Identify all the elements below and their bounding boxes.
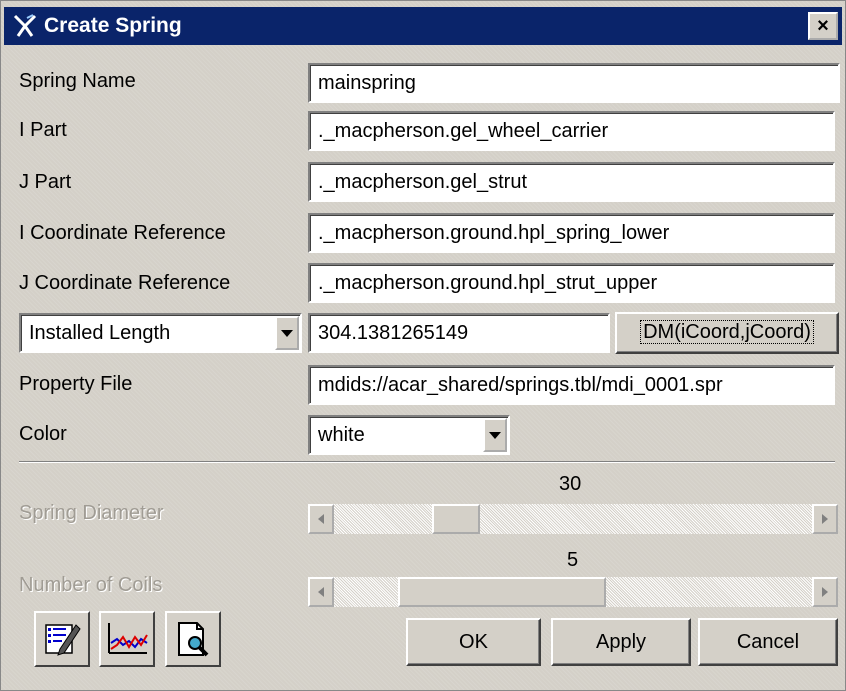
arrow-right-icon: [822, 514, 828, 524]
i-coord-label: I Coordinate Reference: [19, 222, 226, 244]
i-part-label: I Part: [19, 119, 67, 141]
diameter-slider[interactable]: [308, 504, 838, 534]
ok-button[interactable]: OK: [406, 618, 541, 666]
i-part-input[interactable]: ._macpherson.gel_wheel_carrier: [308, 111, 835, 151]
chevron-down-icon: [489, 431, 501, 439]
coils-value: 5: [567, 549, 579, 571]
coils-label: Number of Coils: [19, 574, 163, 596]
property-file-input[interactable]: mdids://acar_shared/springs.tbl/mdi_0001…: [308, 365, 835, 405]
length-value-input[interactable]: 304.1381265149: [308, 313, 610, 353]
i-coord-input[interactable]: ._macpherson.ground.hpl_spring_lower: [308, 213, 835, 253]
create-spring-dialog: Create Spring × Spring Name mainspring I…: [0, 0, 846, 691]
spring-name-input[interactable]: mainspring: [308, 63, 840, 103]
diameter-label: Spring Diameter: [19, 502, 164, 524]
j-coord-input[interactable]: ._macpherson.ground.hpl_strut_upper: [308, 263, 835, 303]
coils-decrement-button[interactable]: [308, 577, 334, 607]
plot-icon: [108, 623, 148, 654]
length-mode-value: Installed Length: [29, 322, 171, 344]
edit-properties-icon: [45, 624, 81, 656]
color-dropdown-button[interactable]: [483, 418, 507, 452]
arrow-left-icon: [318, 587, 324, 597]
diameter-increment-button[interactable]: [812, 504, 838, 534]
cancel-button[interactable]: Cancel: [698, 618, 838, 666]
arrow-right-icon: [822, 587, 828, 597]
diameter-value: 30: [559, 473, 582, 495]
view-file-icon: [178, 622, 209, 657]
coils-slider-thumb[interactable]: [398, 577, 606, 607]
coils-increment-button[interactable]: [812, 577, 838, 607]
color-select[interactable]: white: [308, 415, 510, 455]
j-part-input[interactable]: ._macpherson.gel_strut: [308, 162, 835, 202]
j-coord-label: J Coordinate Reference: [19, 272, 231, 294]
j-part-label: J Part: [19, 171, 72, 193]
color-label: Color: [19, 423, 67, 445]
arrow-left-icon: [318, 514, 324, 524]
color-value: white: [318, 424, 365, 446]
diameter-slider-thumb[interactable]: [432, 504, 480, 534]
separator: [19, 461, 835, 463]
close-button[interactable]: ×: [808, 12, 838, 40]
app-icon: [8, 9, 42, 43]
spring-name-label: Spring Name: [19, 70, 136, 92]
coils-slider[interactable]: [308, 577, 838, 607]
window-title: Create Spring: [44, 14, 182, 37]
dm-coord-button[interactable]: DM(iCoord,jCoord): [615, 312, 839, 354]
dm-coord-button-label: DM(iCoord,jCoord): [640, 320, 814, 344]
length-mode-dropdown-button[interactable]: [275, 316, 299, 350]
chevron-down-icon: [281, 329, 293, 337]
plot-button[interactable]: [99, 611, 155, 667]
diameter-decrement-button[interactable]: [308, 504, 334, 534]
title-bar: Create Spring ×: [4, 7, 842, 45]
view-file-button[interactable]: [165, 611, 221, 667]
apply-button[interactable]: Apply: [551, 618, 691, 666]
property-file-label: Property File: [19, 373, 133, 395]
length-mode-select[interactable]: Installed Length: [19, 313, 302, 353]
edit-properties-button[interactable]: [34, 611, 90, 667]
